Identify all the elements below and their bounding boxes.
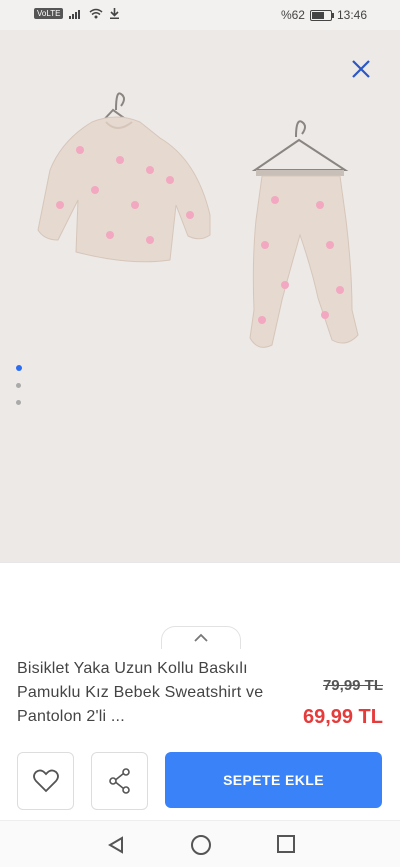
battery-level — [311, 11, 325, 19]
nav-recents-icon[interactable] — [277, 835, 295, 853]
signal-icon — [69, 9, 81, 19]
wifi-icon — [89, 8, 103, 19]
volte-badge: VoLTE — [34, 8, 64, 19]
battery-percent: %62 — [280, 8, 305, 22]
gallery-pagination — [16, 365, 22, 417]
nav-back-icon[interactable] — [108, 836, 124, 854]
chevron-up-icon — [194, 633, 208, 642]
heart-icon — [32, 769, 59, 793]
product-image[interactable] — [0, 30, 400, 562]
expand-details-tab[interactable] — [161, 626, 241, 649]
gallery-dot-2[interactable] — [16, 383, 21, 388]
system-nav-bar — [0, 820, 400, 867]
status-right: %62 13:46 — [281, 8, 367, 22]
battery-icon — [309, 9, 334, 21]
gallery-dot-1[interactable] — [16, 365, 22, 371]
current-price: 69,99 TL — [302, 706, 383, 728]
favorite-button[interactable] — [17, 752, 74, 810]
product-title: Bisiklet Yaka Uzun Kollu Baskılı Pamuklu… — [17, 660, 264, 725]
add-to-cart-button[interactable]: SEPETE EKLE — [165, 752, 382, 808]
nav-home-icon[interactable] — [191, 835, 211, 855]
sheet-divider — [0, 562, 400, 563]
status-bar: VoLTE %62 13:46 — [0, 0, 400, 30]
status-left: VoLTE — [34, 8, 120, 19]
close-icon[interactable] — [350, 58, 372, 80]
share-button[interactable] — [91, 752, 148, 810]
download-icon — [110, 8, 120, 19]
gallery-dot-3[interactable] — [16, 400, 21, 405]
product-image-gallery[interactable] — [0, 30, 400, 562]
share-icon — [108, 768, 130, 794]
old-price: 79,99 TL — [322, 677, 383, 694]
clock: 13:46 — [336, 8, 367, 22]
